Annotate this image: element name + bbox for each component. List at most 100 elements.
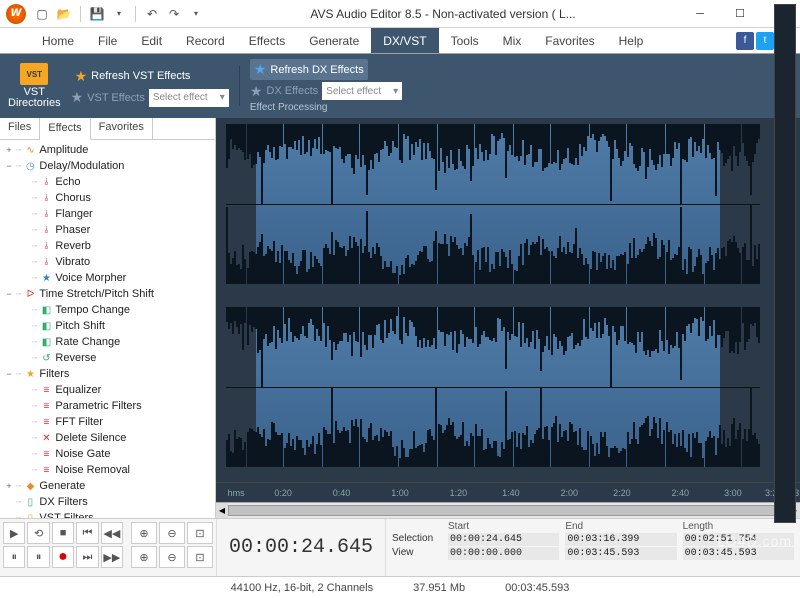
zoom-out-button[interactable]: ⊖ bbox=[159, 522, 185, 544]
selection-length[interactable]: 00:02:51.754 bbox=[683, 533, 794, 546]
tree-item[interactable]: ┈★Voice Morpher bbox=[4, 270, 211, 286]
menu-help[interactable]: Help bbox=[607, 28, 656, 53]
tree-item[interactable]: +┈∿Amplitude bbox=[4, 142, 211, 158]
tree-item[interactable]: ┈◧Pitch Shift bbox=[4, 318, 211, 334]
control-panel: ▶ ⟲ ■ ⏮ ◀◀ ⊕ ⊖ ⊡ ⏸ ⏸ ● ⏭ ▶▶ ⊕ ⊖ ⊡ 00:00:… bbox=[0, 518, 800, 576]
facebook-icon[interactable]: f bbox=[736, 32, 754, 50]
channel-left bbox=[226, 124, 760, 284]
sidebar-tab-effects[interactable]: Effects bbox=[40, 119, 90, 140]
time-ruler[interactable]: hms0:200:401:001:201:402:002:202:403:003… bbox=[216, 482, 800, 502]
prev-button[interactable]: ⏮ bbox=[76, 522, 98, 544]
sidebar-tabs: Files Effects Favorites bbox=[0, 118, 215, 140]
menu-tools[interactable]: Tools bbox=[439, 28, 491, 53]
save-icon[interactable]: 💾 bbox=[87, 4, 107, 24]
waveform-canvas[interactable]: dB4-2-10-∞-10-244-2-10-∞-10-24 bbox=[216, 118, 800, 482]
redo-icon[interactable]: ↷ bbox=[164, 4, 184, 24]
new-file-icon[interactable]: ▢ bbox=[32, 4, 52, 24]
menu-favorites[interactable]: Favorites bbox=[533, 28, 606, 53]
vst-effect-select[interactable]: Select effect▾ bbox=[149, 89, 229, 107]
scroll-thumb[interactable] bbox=[228, 505, 788, 516]
view-label: View bbox=[392, 547, 442, 560]
zoom-full-button[interactable]: ⊡ bbox=[187, 546, 213, 568]
tree-item-label: Equalizer bbox=[55, 384, 101, 396]
minimize-button[interactable]: ─ bbox=[680, 0, 720, 28]
tree-item[interactable]: ┈◧Tempo Change bbox=[4, 302, 211, 318]
menu-dxvst[interactable]: DX/VST bbox=[371, 28, 438, 53]
effects-tree[interactable]: +┈∿Amplitude−┈◷Delay/Modulation┈⫰Echo┈⫰C… bbox=[0, 140, 215, 518]
view-start[interactable]: 00:00:00.000 bbox=[448, 547, 559, 560]
window-title: AVS Audio Editor 8.5 - Non-activated ver… bbox=[206, 7, 680, 21]
tree-item[interactable]: ┈✕Delete Silence bbox=[4, 430, 211, 446]
tree-item[interactable]: ┈↺Reverse bbox=[4, 350, 211, 366]
view-length[interactable]: 00:03:45.593 bbox=[683, 547, 794, 560]
refresh-dx-button[interactable]: ★ Refresh DX Effects bbox=[250, 59, 368, 80]
loop-button[interactable]: ⟲ bbox=[27, 522, 49, 544]
zoom-in-button[interactable]: ⊕ bbox=[131, 522, 157, 544]
status-bar: 44100 Hz, 16-bit, 2 Channels 37.951 Mb 0… bbox=[0, 576, 800, 598]
menu-file[interactable]: File bbox=[86, 28, 129, 53]
tree-item[interactable]: ┈⫰Flanger bbox=[4, 206, 211, 222]
expander-icon[interactable]: + bbox=[4, 481, 14, 491]
zoom-out-v-button[interactable]: ⊖ bbox=[159, 546, 185, 568]
sidebar-tab-favorites[interactable]: Favorites bbox=[91, 118, 153, 139]
tree-item[interactable]: ┈⫰Echo bbox=[4, 174, 211, 190]
undo-icon[interactable]: ↶ bbox=[142, 4, 162, 24]
menu-generate[interactable]: Generate bbox=[297, 28, 371, 53]
tree-item[interactable]: ┈≡Noise Removal bbox=[4, 462, 211, 478]
tree-item[interactable]: ┈≡Equalizer bbox=[4, 382, 211, 398]
waveform-area: dB4-2-10-∞-10-244-2-10-∞-10-24 hms0:200:… bbox=[216, 118, 800, 518]
tree-item[interactable]: ┈◧Rate Change bbox=[4, 334, 211, 350]
expander-icon[interactable]: − bbox=[4, 161, 14, 171]
menu-effects[interactable]: Effects bbox=[237, 28, 297, 53]
rewind-button[interactable]: ◀◀ bbox=[101, 522, 123, 544]
tree-item[interactable]: ┈▯VST Filters bbox=[4, 510, 211, 518]
stop-button[interactable]: ■ bbox=[52, 522, 74, 544]
qat-customize-icon[interactable]: ▾ bbox=[186, 4, 206, 24]
tree-item[interactable]: ┈⫰Reverb bbox=[4, 238, 211, 254]
pause2-button[interactable]: ⏸ bbox=[27, 546, 49, 568]
sidebar-tab-files[interactable]: Files bbox=[0, 118, 40, 139]
pause-button[interactable]: ⏸ bbox=[3, 546, 25, 568]
view-end[interactable]: 00:03:45.593 bbox=[565, 547, 676, 560]
dx-effect-select[interactable]: Select effect▾ bbox=[322, 82, 402, 100]
zoom-selection-button[interactable]: ⊡ bbox=[187, 522, 213, 544]
play-button[interactable]: ▶ bbox=[3, 522, 25, 544]
tree-item[interactable]: ┈⫰Chorus bbox=[4, 190, 211, 206]
selection-end[interactable]: 00:03:16.399 bbox=[565, 533, 676, 546]
tree-item[interactable]: ┈≡Noise Gate bbox=[4, 446, 211, 462]
maximize-button[interactable]: ☐ bbox=[720, 0, 760, 28]
save-dropdown-icon[interactable]: ▾ bbox=[109, 4, 129, 24]
tree-item[interactable]: ┈≡FFT Filter bbox=[4, 414, 211, 430]
vst-folder-icon: VST bbox=[20, 63, 48, 85]
menu-home[interactable]: Home bbox=[30, 28, 86, 53]
expander-icon[interactable]: + bbox=[4, 145, 14, 155]
tree-item[interactable]: −┈ᐅTime Stretch/Pitch Shift bbox=[4, 286, 211, 302]
tree-item[interactable]: ┈⫰Vibrato bbox=[4, 254, 211, 270]
tree-item[interactable]: ┈≡Parametric Filters bbox=[4, 398, 211, 414]
expander-icon[interactable]: − bbox=[4, 289, 14, 299]
menu-mix[interactable]: Mix bbox=[491, 28, 534, 53]
menu-record[interactable]: Record bbox=[174, 28, 237, 53]
separator bbox=[135, 6, 136, 22]
tree-item[interactable]: ┈▯DX Filters bbox=[4, 494, 211, 510]
open-file-icon[interactable]: 📂 bbox=[54, 4, 74, 24]
zoom-in-v-button[interactable]: ⊕ bbox=[131, 546, 157, 568]
tree-item-icon: ⫰ bbox=[39, 176, 53, 188]
selection-start[interactable]: 00:00:24.645 bbox=[448, 533, 559, 546]
horizontal-scrollbar[interactable]: ◀ ▶ bbox=[216, 502, 800, 518]
vst-directories-button[interactable]: VST VSTDirectories bbox=[8, 63, 61, 109]
twitter-icon[interactable]: t bbox=[756, 32, 774, 50]
scroll-left-icon[interactable]: ◀ bbox=[216, 503, 228, 518]
tree-item[interactable]: −┈◷Delay/Modulation bbox=[4, 158, 211, 174]
expander-icon[interactable]: − bbox=[4, 369, 14, 379]
refresh-vst-button[interactable]: ★ Refresh VST Effects bbox=[71, 66, 195, 87]
record-button[interactable]: ● bbox=[52, 546, 74, 568]
fast-forward-button[interactable]: ▶▶ bbox=[101, 546, 123, 568]
tree-item[interactable]: ┈⫰Phaser bbox=[4, 222, 211, 238]
tree-item[interactable]: +┈◆Generate bbox=[4, 478, 211, 494]
menu-edit[interactable]: Edit bbox=[129, 28, 174, 53]
tree-item[interactable]: −┈★Filters bbox=[4, 366, 211, 382]
next-button[interactable]: ⏭ bbox=[76, 546, 98, 568]
vst-effects-label: VST Effects bbox=[87, 92, 145, 104]
tree-item-icon: ◧ bbox=[39, 320, 53, 332]
